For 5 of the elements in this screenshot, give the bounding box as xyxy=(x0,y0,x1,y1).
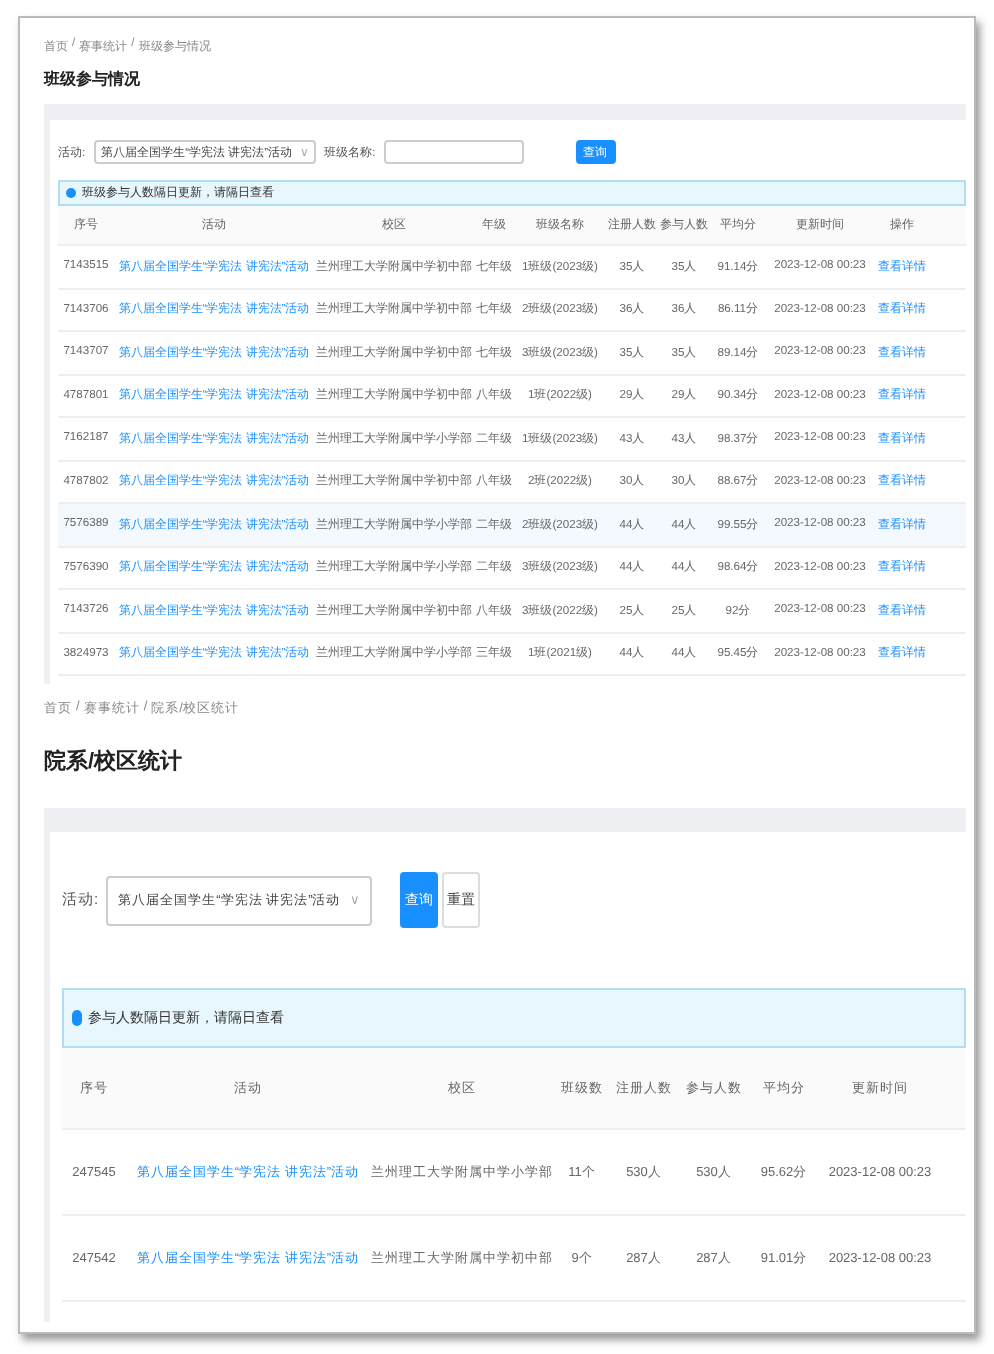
class-name-input[interactable] xyxy=(383,140,524,164)
page-title: 班级参与情况 xyxy=(44,68,142,90)
page-title: 院系/校区统计 xyxy=(44,747,185,776)
info-icon xyxy=(66,188,76,198)
info-icon xyxy=(72,1010,82,1026)
